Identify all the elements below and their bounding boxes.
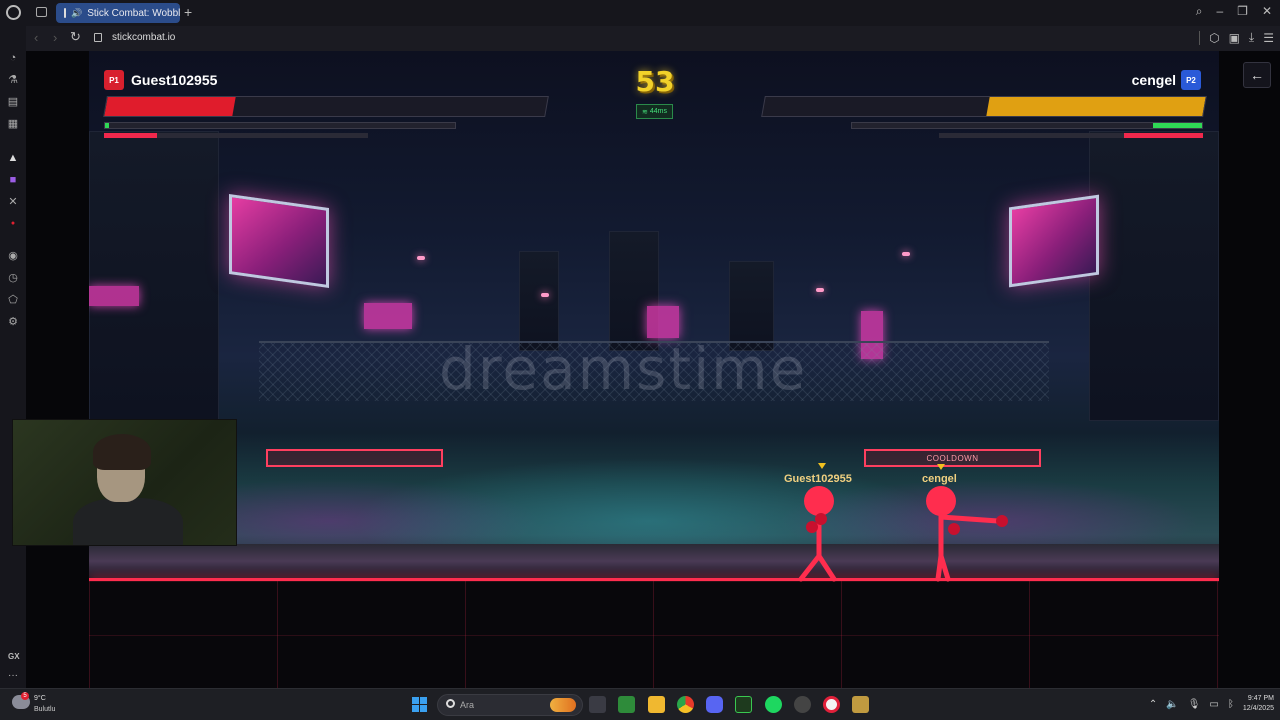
new-tab-button[interactable]: + <box>184 4 192 20</box>
webcam-overlay <box>12 419 237 546</box>
network-icon[interactable]: ▭ <box>1209 699 1218 710</box>
search-highlight-art <box>550 698 576 712</box>
more-icon[interactable]: ··· <box>8 670 18 681</box>
weather-temperature: 9°C <box>34 695 46 702</box>
settings-icon[interactable]: ⚙ <box>7 316 19 328</box>
player1-head <box>804 486 834 516</box>
spotify-icon[interactable] <box>765 696 782 713</box>
player-icon[interactable]: ◉ <box>7 250 19 262</box>
windows-logo-pane <box>420 705 427 712</box>
tab-overview-icon[interactable] <box>36 7 47 17</box>
download-icon[interactable]: ⤓ <box>1249 30 1254 45</box>
browser-sidebar: ◔ ⚗ ▤ ▦ ▲ ■ ✕ ● ◉ ◷ ⬠ ⚙ GX ··· <box>0 26 26 688</box>
opera-menu-icon[interactable] <box>6 5 21 20</box>
nvidia-icon[interactable] <box>618 696 635 713</box>
player2-fist <box>996 515 1008 527</box>
weather-alert-badge: 5 <box>21 692 29 700</box>
player1-fist <box>815 513 827 525</box>
search-placeholder: Ara <box>460 700 475 710</box>
player2-fist <box>948 523 960 535</box>
back-button[interactable]: ‹ <box>34 30 38 45</box>
forward-button[interactable]: › <box>53 30 57 45</box>
player1-leg <box>816 553 837 582</box>
volume-icon[interactable]: 🔈 <box>1166 699 1178 710</box>
divider <box>1199 30 1201 45</box>
player1-fist <box>806 521 818 533</box>
x-twitter-icon[interactable]: ✕ <box>7 196 19 208</box>
streaming-app-icon[interactable] <box>735 696 752 713</box>
snapshot-icon[interactable]: ⬡ <box>1209 31 1219 45</box>
discord-icon[interactable] <box>706 696 723 713</box>
tab-title: Stick Combat: Wobbl <box>87 7 180 19</box>
page-icon <box>64 8 66 18</box>
webcam-person-hair <box>93 434 151 470</box>
clock-date: 12/4/2025 <box>1242 705 1274 712</box>
windows-logo-pane <box>420 697 427 704</box>
window-controls: ⌕ – ❐ ✕ <box>1196 4 1272 19</box>
task-view-icon[interactable] <box>589 696 606 713</box>
player2-head <box>926 486 956 516</box>
player1-stickman <box>798 486 837 582</box>
address-bar: ‹ › ↻ stickcombat.io ⬡ ▣ ⤓ ☰ <box>26 26 1280 51</box>
microphone-icon[interactable]: 🎙 <box>1188 699 1201 710</box>
player1-leg <box>798 553 822 582</box>
player2-leg <box>938 553 951 582</box>
mods-icon[interactable]: ▦ <box>7 118 19 130</box>
aria-icon[interactable]: ▲ <box>7 152 19 164</box>
obs-icon[interactable] <box>794 696 811 713</box>
extensions-icon[interactable]: ⬠ <box>7 294 19 306</box>
url-field[interactable]: stickcombat.io <box>112 32 175 43</box>
webcam-person-body <box>73 498 183 545</box>
twitch-icon[interactable]: ■ <box>7 174 19 186</box>
opera-gx-icon[interactable] <box>823 696 840 713</box>
clock-time: 9:47 PM <box>1247 695 1274 702</box>
search-icon <box>446 699 455 708</box>
browser-tab-bar: 🔊 Stick Combat: Wobbl + ⌕ – ❐ ✕ <box>0 0 1280 26</box>
easy-setup-icon[interactable]: ☰ <box>1263 31 1274 45</box>
file-explorer-icon[interactable] <box>648 696 665 713</box>
system-tray: ⌃ 🔈 🎙 ▭ ᛒ 9:47 PM 12/4/2025 <box>1149 694 1274 714</box>
chevron-up-icon[interactable]: ⌃ <box>1149 699 1157 710</box>
taskbar-search[interactable]: Ara <box>437 694 583 716</box>
close-window-button[interactable]: ✕ <box>1262 4 1272 19</box>
game-canvas[interactable]: dreamstime P1 Guest102955 P2 cengel 53 ≋… <box>26 51 1280 688</box>
news-icon[interactable]: ▤ <box>7 96 19 108</box>
start-button[interactable] <box>412 697 427 712</box>
gx-control-icon[interactable]: ◔ <box>7 52 19 64</box>
windows-logo-pane <box>412 697 419 704</box>
bluetooth-icon[interactable]: ᛒ <box>1228 699 1234 710</box>
tab-stick-combat[interactable]: 🔊 Stick Combat: Wobbl <box>56 3 180 23</box>
address-bar-actions: ⬡ ▣ ⤓ ☰ <box>1199 30 1274 45</box>
windows-logo-pane <box>412 705 419 712</box>
player2-arm <box>938 514 1001 524</box>
clock[interactable]: 9:47 PM 12/4/2025 <box>1243 694 1274 714</box>
player2-stickman <box>926 486 1008 582</box>
search-tabs-icon[interactable]: ⌕ <box>1196 4 1203 19</box>
chrome-icon[interactable] <box>677 696 694 713</box>
game-launcher-icon[interactable] <box>852 696 869 713</box>
restore-button[interactable]: ❐ <box>1237 4 1248 19</box>
history-icon[interactable]: ◷ <box>7 272 19 284</box>
youtube-icon[interactable]: ● <box>7 218 19 230</box>
weather-description: Bulutlu <box>34 706 56 713</box>
reload-button[interactable]: ↻ <box>70 29 81 45</box>
minimize-button[interactable]: – <box>1216 4 1223 19</box>
speaker-icon[interactable]: 🔊 <box>71 8 82 19</box>
lock-icon[interactable] <box>94 33 102 42</box>
gx-label: GX <box>8 652 20 661</box>
fighters-layer <box>798 486 1008 582</box>
gx-cleaner-icon[interactable]: ⚗ <box>7 74 19 86</box>
extension-icon[interactable]: ▣ <box>1229 31 1240 45</box>
windows-taskbar: 5 9°C Bulutlu Ara ⌃ 🔈 🎙 ▭ ᛒ 9:47 PM 12/4… <box>0 688 1280 720</box>
